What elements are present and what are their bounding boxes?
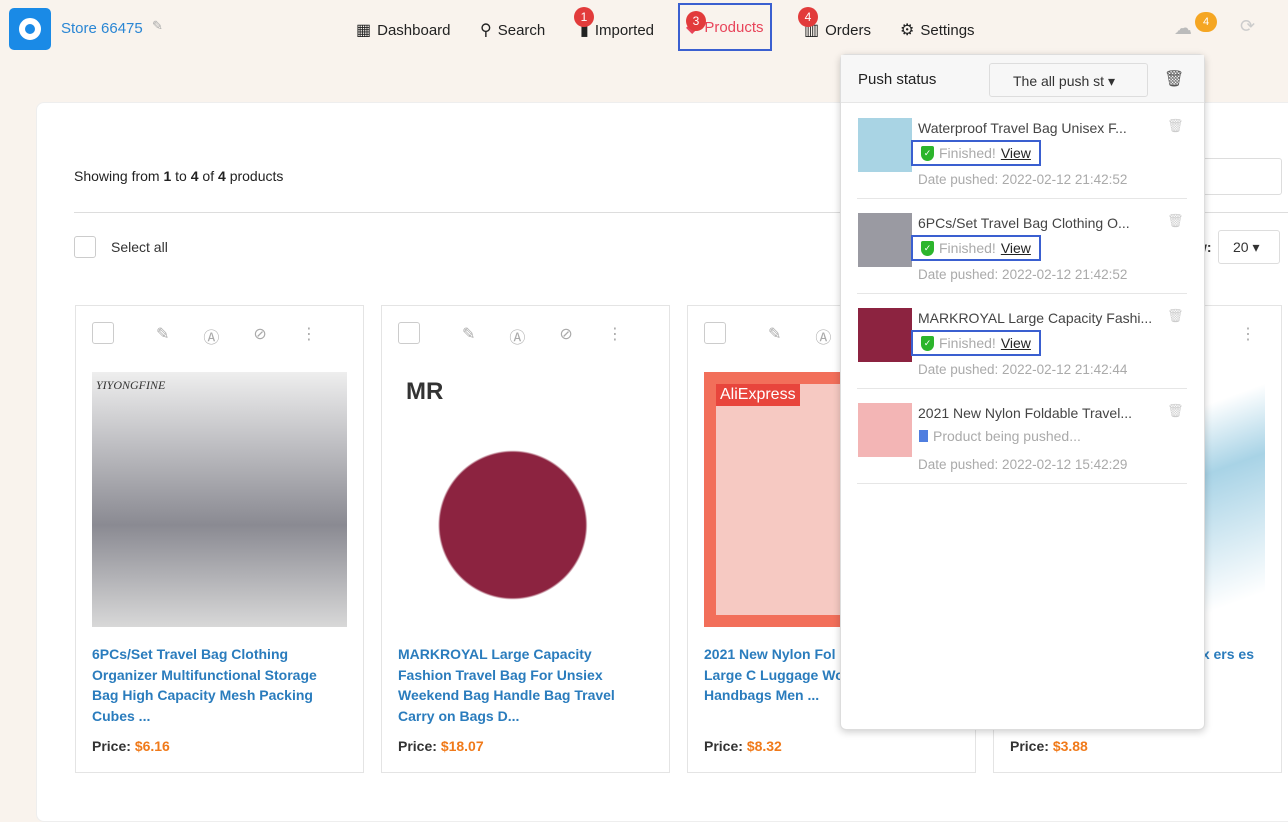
nav-search[interactable]: ⚲ Search [480,20,545,40]
push-status-filter[interactable]: The all push st ▾ [989,63,1148,97]
push-item-thumbnail [858,213,912,267]
push-item-status: ✓ Finished! View [911,140,1041,166]
more-icon[interactable]: ⋮ [607,324,623,348]
product-price: Price: $6.16 [92,738,170,754]
products-badge: 3 [686,11,706,31]
push-item-name: MARKROYAL Large Capacity Fashi... [918,310,1153,326]
imported-badge: 1 [574,7,594,27]
product-price: Price: $8.32 [704,738,782,754]
more-icon[interactable]: ⋮ [1240,324,1256,344]
delete-item-icon[interactable]: 🗑 [1167,118,1184,134]
product-image[interactable]: MR [398,372,653,627]
nav-products[interactable]: 3◆Products [678,3,772,51]
view-link[interactable]: View [1001,145,1031,161]
search-input[interactable] [1200,158,1282,195]
search-icon: ⚲ [480,22,492,39]
app-logo[interactable] [9,8,51,50]
push-item-date: Date pushed: 2022-02-12 21:42:52 [918,267,1128,282]
push-item: MARKROYAL Large Capacity Fashi... ✓ Finis… [857,294,1187,389]
edit-icon[interactable]: ✎ [768,324,781,348]
dashboard-icon: ▦ [356,22,372,39]
more-icon[interactable]: ⋮ [301,324,317,348]
nav-dashboard[interactable]: ▦ Dashboard [356,20,451,40]
product-title[interactable]: 6PCs/Set Travel Bag Clothing Organizer M… [92,644,332,726]
push-item-status: ✓ Finished! View [911,330,1041,356]
delete-item-icon[interactable]: 🗑 [1167,403,1184,419]
push-item-date: Date pushed: 2022-02-12 21:42:44 [918,362,1128,377]
unlink-icon[interactable]: ⊘ [253,324,266,348]
push-item: Waterproof Travel Bag Unisex F... ✓ Finis… [857,104,1187,199]
view-link[interactable]: View [1001,240,1031,256]
push-item-name: Waterproof Travel Bag Unisex F... [918,120,1127,136]
nav-imported[interactable]: 1 ▮ Imported [574,7,654,40]
push-status-popover: Push status The all push st ▾ 🗑 Waterpro… [840,54,1205,730]
orders-badge: 4 [798,7,818,27]
check-shield-icon: ✓ [921,145,934,161]
push-item: 6PCs/Set Travel Bag Clothing O... ✓ Finis… [857,199,1187,294]
push-item-date: Date pushed: 2022-02-12 15:42:29 [918,457,1128,472]
product-checkbox[interactable] [398,322,420,344]
nav-orders[interactable]: 4 ▥ Orders [798,7,871,40]
push-status-title: Push status [858,71,937,88]
pushing-icon [919,430,928,442]
push-item-status: Product being pushed... [911,425,1089,447]
translate-icon[interactable]: Ⓐ [203,324,219,348]
product-card: ✎ Ⓐ ⊘ ⋮ MR MARKROYAL Large Capacity Fashion… [381,305,670,773]
product-price: Price: $18.07 [398,738,484,754]
select-all-label: Select all [111,239,168,255]
push-item: 2021 New Nylon Foldable Travel... Produc… [857,389,1187,484]
push-item-thumbnail [858,308,912,362]
delete-item-icon[interactable]: 🗑 [1167,308,1184,324]
product-checkbox[interactable] [92,322,114,344]
view-link[interactable]: View [1001,335,1031,351]
product-price: Price: $3.88 [1010,738,1088,754]
product-image[interactable]: YIYONGFINE [92,372,347,627]
push-item-name: 6PCs/Set Travel Bag Clothing O... [918,215,1130,231]
product-title[interactable]: MARKROYAL Large Capacity Fashion Travel … [398,644,638,726]
store-name[interactable]: Store 66475 [61,20,143,37]
edit-pencil-icon[interactable]: ✎ [152,18,163,34]
translate-icon[interactable]: Ⓐ [815,324,831,348]
product-checkbox[interactable] [704,322,726,344]
per-page-select[interactable]: 20 ▾ [1218,230,1280,264]
translate-icon[interactable]: Ⓐ [509,324,525,348]
edit-icon[interactable]: ✎ [462,324,475,348]
product-card: ✎ Ⓐ ⊘ ⋮ YIYONGFINE 6PCs/Set Travel Bag Clot… [75,305,364,773]
push-item-thumbnail [858,118,912,172]
delete-item-icon[interactable]: 🗑 [1167,213,1184,229]
cloud-upload-icon[interactable]: ☁ [1174,18,1192,39]
push-item-date: Date pushed: 2022-02-12 21:42:52 [918,172,1128,187]
select-all-checkbox[interactable] [74,236,96,258]
gear-icon: ⚙ [900,22,915,39]
showing-text: Showing from 1 to 4 of 4 products [74,168,284,184]
push-item-status: ✓ Finished! View [911,235,1041,261]
check-shield-icon: ✓ [921,335,934,351]
push-item-name: 2021 New Nylon Foldable Travel... [918,405,1132,421]
unlink-icon[interactable]: ⊘ [559,324,572,348]
check-shield-icon: ✓ [921,240,934,256]
nav-settings[interactable]: ⚙ Settings [900,20,975,40]
sync-icon[interactable]: ⟳ [1240,16,1255,37]
clear-all-trash-icon[interactable]: 🗑 [1164,69,1184,89]
push-badge: 4 [1195,12,1217,32]
push-item-thumbnail [858,403,912,457]
edit-icon[interactable]: ✎ [156,324,169,348]
top-bar: Store 66475 ✎ ▦ Dashboard ⚲ Search 1 ▮ Impor… [0,0,1288,60]
